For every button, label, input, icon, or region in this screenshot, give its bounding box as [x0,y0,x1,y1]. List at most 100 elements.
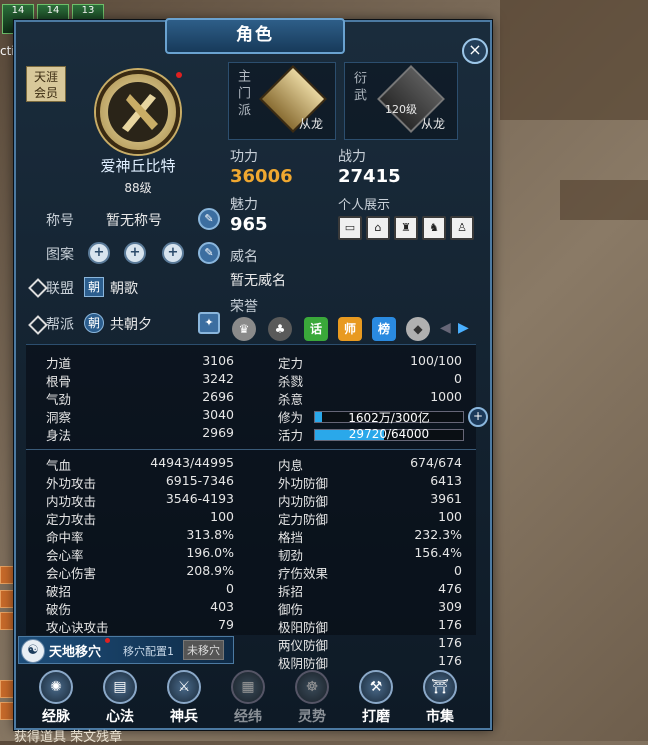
xiuwei-text: 1602万/300亿 [348,411,430,425]
practice-sect-name: 从龙 [421,117,446,131]
honor-next-icon[interactable]: ▶ [458,320,469,336]
stat-row: 根骨 3242 [46,371,234,389]
honor-label: 荣誉 [230,299,258,315]
acupoint-config[interactable]: 移穴配置1 [123,643,174,659]
id-card-icon[interactable]: ▭ [338,216,362,240]
close-button[interactable]: × [462,38,488,64]
xiuwei-bar: 1602万/300亿 [314,411,464,425]
diamond-icon [28,315,48,335]
practice-sect-box[interactable]: 衍武 120级 从龙 [344,62,458,140]
window-title: 角色 [165,18,345,54]
stat-row: 洞察 3040 [46,407,234,425]
stat-row: 破招 0 [46,581,234,599]
nav-button-3[interactable]: ▦ 经纬 [220,670,276,726]
title-label: 称号 [46,213,74,229]
diamond-icon [28,278,48,298]
add-pattern-button[interactable]: + [88,242,110,264]
avatar[interactable] [96,70,180,154]
honor-tree-icon[interactable]: ♣ [268,317,292,341]
divider [26,449,476,450]
nav-label: 经脉 [42,709,70,725]
honor-rank-icon[interactable]: 榜 [372,317,396,341]
meili-label: 魅力 [230,197,258,213]
honor-prev-icon[interactable]: ◀ [440,320,451,336]
market-icon: ⛩ [423,670,457,704]
practice-level: 120级 [385,103,417,116]
stat-row: 杀戮 0 [278,371,462,389]
stat-row: 身法 2969 [46,425,234,443]
acupoint-label: 天地移穴 [49,645,102,660]
stat-row: 杀意 1000 [278,389,462,407]
house-icon[interactable]: ⌂ [366,216,390,240]
alliance-tag-icon: 朝 [84,277,104,297]
honor-talk-icon[interactable]: 话 [304,317,328,341]
nav-label: 心法 [106,709,134,725]
nav-button-2[interactable]: ⚔ 神兵 [156,670,212,726]
acupoint-bar[interactable]: ☯ 天地移穴 移穴配置1 未移穴 [18,636,234,664]
huoli-bar: 29720/64000 [314,427,464,441]
stat-row: 命中率 313.8% [46,527,234,545]
add-xiuwei-button[interactable]: + [468,407,488,427]
stat-row: 外功攻击 6915-7346 [46,473,234,491]
meili-value: 965 [230,214,268,235]
bottom-bar: ☯ 天地移穴 移穴配置1 未移穴 ✺ 经脉 ▤ 心法 ⚔ 神兵 ▦ 经纬 ☸ 灵势 ⚒ 打磨 ⛩ 市集 [18,632,488,726]
nav-button-6[interactable]: ⛩ 市集 [412,670,468,726]
bg-wood-beam [560,180,648,220]
notification-dot [176,72,182,78]
profile-panel: 天涯 会员 爱神丘比特 88级 称号 暂无称号 ✎ 图案 + + + ✎ 联盟 … [26,62,476,344]
main-sect-label: 主门派 [235,69,250,120]
huoli-text: 29720/64000 [348,427,430,441]
nav-label: 经纬 [234,709,262,725]
edit-title-button[interactable]: ✎ [198,208,220,230]
honor-master-icon[interactable]: 师 [338,317,362,341]
stat-row: 定力 100/100 [278,353,462,371]
nav-button-0[interactable]: ✺ 经脉 [28,670,84,726]
side-fragment-text: cti [0,44,15,58]
zhanli-value: 27415 [338,166,401,187]
castle-icon[interactable]: ♜ [394,216,418,240]
gongli-label: 功力 [230,149,258,165]
nav-label: 灵势 [298,709,326,725]
stat-row: 韧劲 156.4% [278,545,462,563]
stat-row: 气血 44943/44995 [46,455,234,473]
stat-row: 内息 674/674 [278,455,462,473]
stat-row: 格挡 232.3% [278,527,462,545]
main-sect-box[interactable]: 主门派 从龙 [228,62,336,140]
yin-yang-icon: ☯ [21,639,45,663]
guild-label: 帮派 [46,317,74,333]
stat-row: 内功攻击 3546-4193 [46,491,234,509]
nav-button-4[interactable]: ☸ 灵势 [284,670,340,726]
stat-row: 定力攻击 100 [46,509,234,527]
skill-count: 14 [11,5,25,16]
alliance-label: 联盟 [46,281,74,297]
honor-crown-icon[interactable]: ♛ [232,317,256,341]
guild-name[interactable]: 共朝夕 [110,314,152,334]
guild-emblem-icon[interactable]: ✦ [198,312,220,334]
alliance-name[interactable]: 朝歌 [110,278,138,298]
sword-icon: ⚔ [167,670,201,704]
add-pattern-button[interactable]: + [162,242,184,264]
grid-icon: ▦ [231,670,265,704]
skill-count: 14 [46,5,60,16]
nav-button-1[interactable]: ▤ 心法 [92,670,148,726]
skill-count: 13 [81,5,95,16]
honor-hat-icon[interactable]: ◆ [406,317,430,341]
stat-row: 力道 3106 [46,353,234,371]
main-sect-name: 从龙 [299,117,324,131]
add-pattern-button[interactable]: + [124,242,146,264]
mount-icon[interactable]: ♞ [422,216,446,240]
stat-row: 破伤 403 [46,599,234,617]
attributes-panel: 力道 3106 根骨 3242 气劲 2696 洞察 3040 身法 2969 定力 100… [26,344,488,671]
title-value: 暂无称号 [106,213,162,229]
guild-tag-icon: 朝 [84,313,104,333]
character-window: 角色 × 天涯 会员 爱神丘比特 88级 称号 暂无称号 ✎ 图案 + + + … [14,18,492,730]
stat-row: 会心率 196.0% [46,545,234,563]
weiming-value: 暂无威名 [230,273,286,289]
practice-sect-label: 衍武 [351,71,366,105]
spirit-icon: ☸ [295,670,329,704]
nav-button-5[interactable]: ⚒ 打磨 [348,670,404,726]
stat-row: 会心伤害 208.9% [46,563,234,581]
edit-pattern-button[interactable]: ✎ [198,242,220,264]
outfit-icon[interactable]: ♙ [450,216,474,240]
stat-row: 拆招 476 [278,581,462,599]
